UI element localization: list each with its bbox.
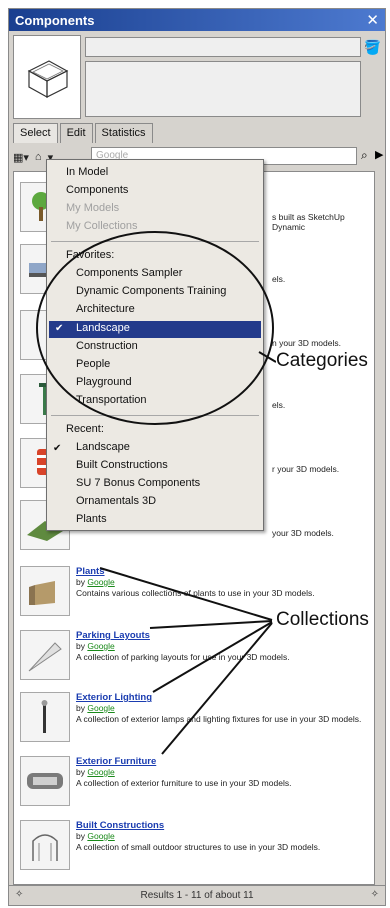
collections-pointer: [99, 567, 273, 621]
categories-callout: Categories: [276, 350, 368, 372]
collections-pointer: [152, 621, 273, 693]
annotation-overlay: [36, 231, 277, 755]
categories-circle: [36, 231, 274, 425]
collections-callout: Collections: [276, 609, 369, 631]
collections-pointer: [161, 622, 273, 755]
collections-pointer: [149, 620, 273, 629]
categories-pointer: [258, 351, 277, 363]
